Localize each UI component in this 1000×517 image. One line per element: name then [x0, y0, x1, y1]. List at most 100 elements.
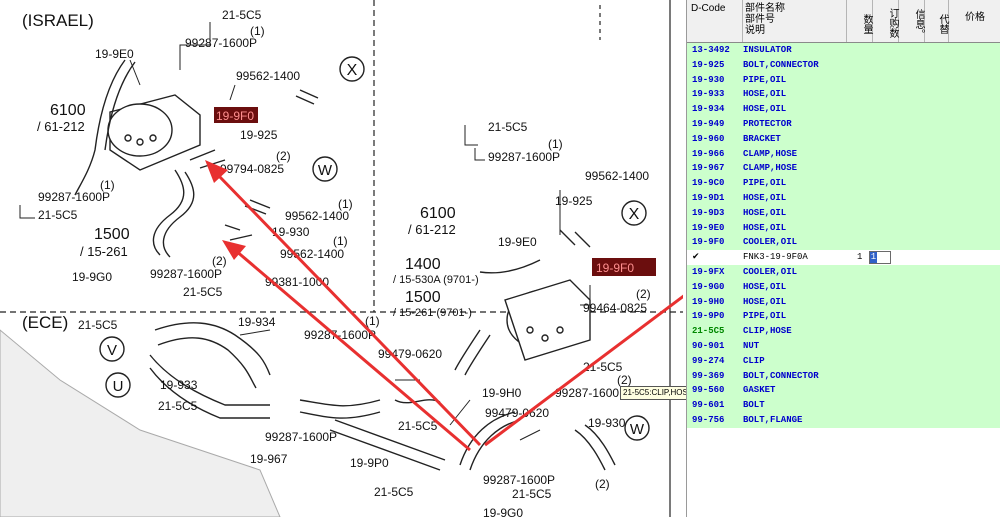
row-part-name: HOSE,OIL — [743, 281, 787, 292]
table-row[interactable]: 19-9F0 COOLER,OIL — [687, 235, 1000, 251]
row-part-name: PIPE,OIL — [743, 74, 787, 85]
row-dcode: 19-9P0 — [692, 311, 725, 322]
table-row[interactable]: 99-274 CLIP — [687, 353, 1000, 369]
part-label: 19-934 — [238, 315, 276, 329]
part-label: 99287-1600P — [265, 430, 337, 444]
parts-list-header: D-Code 部件名称 部件号 说明 数量 订购数 信息。 代替 价格 — [687, 0, 1000, 43]
table-row[interactable]: 90-901 NUT — [687, 339, 1000, 354]
row-part-name: NUT — [743, 341, 760, 351]
part-label: 19-9F0 — [596, 261, 634, 275]
row-part-name: CLIP — [743, 355, 765, 366]
parts-exploded-diagram: X W X V U W (ISRAEL) (ECE) 21-5C5 (1) 99… — [0, 0, 683, 517]
row-part-name: COOLER,OIL — [743, 237, 798, 248]
part-label: 1400 — [405, 256, 441, 273]
part-label: 19-925 — [555, 194, 593, 208]
row-part-name: HOSE,OIL — [743, 89, 787, 100]
table-row[interactable]: 19-966 CLAMP,HOSE — [687, 146, 1000, 162]
part-label: 21-5C5 — [374, 485, 414, 499]
part-label: 99287-1600P — [185, 36, 257, 50]
table-row[interactable]: 19-9D3 HOSE,OIL — [687, 205, 1000, 221]
order-quantity-input[interactable]: 1 — [869, 251, 891, 265]
row-part-name: HOSE,OIL — [743, 222, 787, 233]
engine-outline — [0, 329, 281, 517]
table-row[interactable]: 99-369 BOLT,CONNECTOR — [687, 368, 1000, 384]
part-label: 19-925 — [240, 128, 278, 142]
table-row[interactable]: 19-9H0 HOSE,OIL — [687, 294, 1000, 310]
part-label: 19-9G0 — [483, 506, 523, 517]
part-label: (2) — [276, 149, 291, 163]
row-part-name: PROTECTOR — [743, 119, 792, 129]
row-part-name: HOSE,OIL — [743, 193, 787, 203]
table-row[interactable]: 19-930 PIPE,OIL — [687, 72, 1000, 88]
row-dcode: 19-960 — [692, 133, 725, 144]
row-quantity: 1 — [857, 252, 863, 263]
column-header-substitute[interactable]: 代替 — [925, 0, 949, 42]
row-part-number: FNK3-19-9F0A — [743, 250, 808, 267]
part-label: (2) — [595, 477, 610, 491]
row-part-name: PIPE,OIL — [743, 178, 787, 189]
table-row[interactable]: 19-9FX COOLER,OIL — [687, 265, 1000, 280]
part-label: 99562-1400 — [285, 209, 349, 223]
row-part-name: HOSE,OIL — [743, 207, 787, 218]
column-header-dcode[interactable]: D-Code — [687, 0, 743, 42]
part-label: 1500 — [405, 289, 441, 306]
part-label: 99287-1600P — [483, 473, 555, 487]
row-part-name: BOLT,CONNECTOR — [743, 370, 819, 381]
row-dcode: 99-756 — [692, 415, 725, 425]
part-label: (1) — [100, 178, 115, 192]
table-row[interactable]: 99-560 GASKET — [687, 383, 1000, 399]
table-row[interactable]: 19-934 HOSE,OIL — [687, 102, 1000, 117]
table-row[interactable]: 13-3492 INSULATOR — [687, 43, 1000, 58]
part-label: (2) — [212, 254, 227, 268]
column-header-price[interactable]: 价格 — [949, 0, 1000, 42]
table-row[interactable]: 19-9E0 HOSE,OIL — [687, 220, 1000, 236]
row-dcode: 19-9H0 — [692, 296, 725, 307]
part-label: (2) — [617, 373, 632, 387]
callout-w-1: W — [318, 162, 333, 179]
table-row[interactable]: 19-925 BOLT,CONNECTOR — [687, 57, 1000, 73]
part-label: 1500 — [94, 226, 130, 243]
part-label: 21-5C5 — [398, 419, 438, 433]
oil-cooler-ece — [454, 229, 591, 376]
table-row[interactable]: 19-9G0 HOSE,OIL — [687, 279, 1000, 295]
row-dcode: 19-9C0 — [692, 178, 725, 189]
selected-part-row[interactable]: ✔ FNK3-19-9F0A 1 1 — [687, 250, 1000, 267]
part-label: 19-9E0 — [498, 235, 537, 249]
row-part-name: CLAMP,HOSE — [743, 148, 798, 159]
column-header-order[interactable]: 订购数 — [873, 0, 899, 42]
table-row[interactable]: 19-9P0 PIPE,OIL — [687, 309, 1000, 325]
part-label: 21-5C5 — [488, 120, 528, 134]
column-header-name[interactable]: 部件名称 部件号 说明 — [743, 0, 847, 42]
table-row[interactable]: 21-5C5 CLIP,HOSE — [687, 324, 1000, 339]
table-row[interactable]: 19-967 CLAMP,HOSE — [687, 161, 1000, 177]
table-row[interactable]: 19-949 PROTECTOR — [687, 117, 1000, 132]
part-label: 21-5C5 — [183, 285, 223, 299]
part-label: 21-5C5 — [38, 208, 78, 222]
part-label: / 15-530A (9701-) — [393, 274, 479, 286]
part-label: 99287-1600P — [488, 150, 560, 164]
row-part-name: BOLT,FLANGE — [743, 415, 803, 425]
column-header-info[interactable]: 信息。 — [899, 0, 925, 42]
part-label: 99794-0825 — [220, 162, 284, 176]
part-label: 21-5C5 — [512, 487, 552, 501]
table-row[interactable]: 99-756 BOLT,FLANGE — [687, 413, 1000, 428]
part-label: 99464-0825 — [583, 301, 647, 315]
table-row[interactable]: 19-960 BRACKET — [687, 131, 1000, 147]
row-dcode: 99-274 — [692, 355, 725, 366]
region-label-ece: (ECE) — [22, 313, 68, 332]
column-header-qty[interactable]: 数量 — [847, 0, 873, 42]
row-dcode: 19-949 — [692, 119, 725, 129]
part-label: 19-9F0 — [216, 109, 254, 123]
table-row[interactable]: 19-9D1 HOSE,OIL — [687, 191, 1000, 206]
table-row[interactable]: 19-933 HOSE,OIL — [687, 87, 1000, 103]
part-label: 99562-1400 — [236, 69, 300, 83]
part-label: 6100 — [50, 102, 86, 119]
row-dcode: 19-933 — [692, 89, 725, 100]
part-label: (1) — [338, 197, 353, 211]
table-row[interactable]: 99-601 BOLT — [687, 398, 1000, 413]
part-label: 21-5C5 — [78, 318, 118, 332]
part-label: 99287-1600P — [555, 386, 627, 400]
row-checkbox[interactable]: ✔ — [692, 250, 700, 265]
table-row[interactable]: 19-9C0 PIPE,OIL — [687, 176, 1000, 191]
parts-list-panel: D-Code 部件名称 部件号 说明 数量 订购数 信息。 代替 价格 13-3… — [686, 0, 1000, 517]
